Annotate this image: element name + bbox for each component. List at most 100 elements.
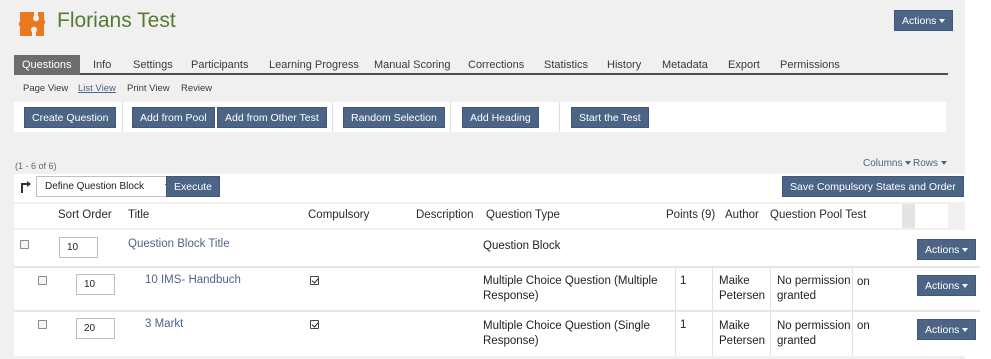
columns-label: Columns [863, 158, 903, 169]
column-header-question-type[interactable]: Question Type [486, 209, 560, 221]
rows-label: Rows [913, 158, 939, 169]
column-header-question-pool[interactable]: Question Pool Test [770, 209, 866, 221]
column-divider [852, 268, 853, 310]
pool-info: No permission granted [777, 274, 851, 304]
actions-label: Actions [902, 15, 937, 27]
author-line: Maike [719, 275, 750, 287]
caret-down-icon [962, 248, 969, 253]
caret-down-icon [939, 19, 946, 24]
column-header-sort-order[interactable]: Sort Order [58, 209, 112, 221]
execute-button[interactable]: Execute [166, 176, 220, 197]
tab-export[interactable]: Export [728, 55, 760, 75]
row-select-checkbox[interactable] [38, 276, 47, 285]
row-count: (1 - 6 of 6) [15, 161, 57, 171]
main-tabs: Questions Info Settings Participants Lea… [14, 55, 948, 75]
column-divider [770, 268, 771, 310]
column-divider [675, 268, 676, 310]
pool-extra: on [857, 320, 870, 332]
question-toolbar: Create Question Add from Pool Add from O… [14, 102, 946, 132]
column-divider [770, 312, 771, 356]
sort-order-input[interactable]: 10 [76, 274, 115, 295]
row-actions-button[interactable]: Actions [917, 239, 977, 260]
toolbar-divider [122, 102, 123, 132]
columns-selector[interactable]: Columns [863, 158, 912, 169]
tab-metadata[interactable]: Metadata [662, 55, 708, 75]
start-test-button[interactable]: Start the Test [571, 107, 649, 128]
author-line: Maike [719, 320, 750, 332]
tab-permissions[interactable]: Permissions [780, 55, 840, 75]
caret-down-icon [962, 328, 969, 333]
column-header-title[interactable]: Title [128, 209, 149, 221]
question-title-link[interactable]: 10 IMS- Handbuch [145, 274, 241, 286]
tab-statistics[interactable]: Statistics [544, 55, 588, 75]
sort-order-input[interactable]: 10 [59, 237, 98, 258]
sort-order-input[interactable]: 20 [76, 318, 115, 339]
column-divider [675, 312, 676, 356]
table-header: Sort Order Title Compulsory Description … [14, 204, 948, 228]
row-actions-button[interactable]: Actions [917, 275, 977, 296]
pool-line: granted [777, 290, 817, 302]
column-divider [712, 268, 713, 310]
caret-down-icon [962, 284, 969, 289]
column-header-description[interactable]: Description [416, 209, 474, 221]
compulsory-checkbox[interactable] [310, 276, 319, 285]
tab-history[interactable]: History [607, 55, 641, 75]
add-from-pool-button[interactable]: Add from Pool [132, 107, 215, 128]
command-select[interactable]: Define Question Block [36, 176, 177, 197]
pool-line: granted [777, 335, 817, 347]
save-compulsory-button[interactable]: Save Compulsory States and Order [782, 176, 964, 197]
column-divider [852, 312, 853, 356]
column-header-compulsory[interactable]: Compulsory [308, 209, 369, 221]
add-heading-button[interactable]: Add Heading [462, 107, 539, 128]
column-header-author[interactable]: Author [725, 209, 759, 221]
caret-down-icon [941, 161, 948, 166]
pool-info: No permission granted [777, 319, 851, 349]
pool-line: No permission [777, 275, 851, 287]
subtab-print-view[interactable]: Print View [127, 83, 170, 94]
question-type: Multiple Choice Question (Multiple Respo… [483, 274, 658, 304]
row-select-checkbox[interactable] [38, 320, 47, 329]
header-spacer [902, 204, 915, 228]
pool-extra: on [857, 276, 870, 288]
tab-corrections[interactable]: Corrections [468, 55, 524, 75]
subtab-review[interactable]: Review [181, 83, 212, 94]
tab-settings[interactable]: Settings [133, 55, 173, 75]
subtab-page-view[interactable]: Page View [23, 83, 68, 94]
page-title: Florians Test [57, 9, 176, 32]
column-divider [712, 312, 713, 356]
question-type-line: Response) [483, 335, 539, 347]
author-line: Petersen [719, 290, 766, 302]
question-title-link[interactable]: 3 Markt [145, 318, 183, 330]
puzzle-logo-icon [18, 12, 46, 36]
tab-participants[interactable]: Participants [191, 55, 248, 75]
column-header-points[interactable]: Points (9) [666, 209, 715, 221]
row-actions-label: Actions [925, 244, 960, 256]
row-select-checkbox[interactable] [20, 240, 29, 249]
question-title-link[interactable]: Question Block Title [128, 238, 230, 250]
row-actions-label: Actions [925, 280, 960, 292]
points-value: 1 [680, 275, 687, 287]
toolbar-divider [332, 102, 333, 132]
add-from-other-test-button[interactable]: Add from Other Test [217, 107, 327, 128]
row-actions-button[interactable]: Actions [917, 319, 977, 340]
points-value: 1 [680, 319, 687, 331]
subtab-list-view[interactable]: List View [78, 83, 116, 94]
question-type: Question Block [483, 240, 561, 252]
random-selection-button[interactable]: Random Selection [343, 107, 445, 128]
author-line: Petersen [719, 335, 766, 347]
actions-dropdown-button[interactable]: Actions [894, 10, 954, 31]
tab-learning-progress[interactable]: Learning Progress [269, 55, 359, 75]
create-question-button[interactable]: Create Question [24, 107, 117, 128]
row-actions-label: Actions [925, 324, 960, 336]
tab-questions[interactable]: Questions [14, 55, 80, 75]
tab-info[interactable]: Info [93, 55, 111, 75]
author: Maike Petersen [719, 319, 765, 349]
tab-manual-scoring[interactable]: Manual Scoring [374, 55, 450, 75]
multi-command-row: Define Question Block Execute Save Compu… [14, 174, 966, 202]
question-type-line: Response) [483, 290, 539, 302]
command-select-value: Define Question Block [45, 181, 144, 192]
rows-selector[interactable]: Rows [913, 158, 948, 169]
compulsory-checkbox[interactable] [310, 320, 319, 329]
corner-up-right-arrow-icon [21, 181, 31, 193]
author: Maike Petersen [719, 274, 765, 304]
